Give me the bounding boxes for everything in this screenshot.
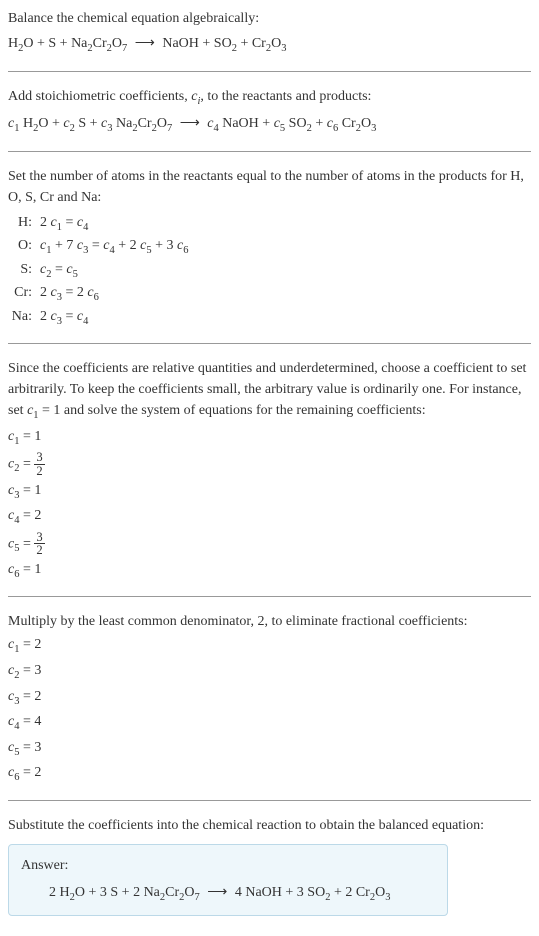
step3-section: Since the coefficients are relative quan… xyxy=(8,358,531,582)
step4-text: Multiply by the least common denominator… xyxy=(8,611,531,632)
coefficient-line: c3 = 1 xyxy=(8,480,531,504)
atom-equation: c2 = c5 xyxy=(40,259,531,283)
step3-text: Since the coefficients are relative quan… xyxy=(8,358,531,424)
atom-label: O: xyxy=(8,235,40,259)
coefficient-line: c2 = 3 xyxy=(8,660,531,684)
divider xyxy=(8,596,531,597)
answer-label: Answer: xyxy=(21,855,435,876)
coefficient-line: c5 = 3 xyxy=(8,737,531,761)
intro-equation: H2O + S + Na2Cr2O7 ⟶ NaOH + SO2 + Cr2O3 xyxy=(8,33,531,57)
step2-section: Set the number of atoms in the reactants… xyxy=(8,166,531,330)
step5-text: Substitute the coefficients into the che… xyxy=(8,815,531,836)
coefficient-line: c3 = 2 xyxy=(8,686,531,710)
atom-row: Na: 2 c3 = c4 xyxy=(8,306,531,330)
atom-row: Cr: 2 c3 = 2 c6 xyxy=(8,282,531,306)
answer-box: Answer: 2 H2O + 3 S + 2 Na2Cr2O7 ⟶ 4 NaO… xyxy=(8,844,448,917)
coefficient-line: c2 = 32 xyxy=(8,451,531,477)
coefficient-line: c6 = 1 xyxy=(8,559,531,583)
step5-section: Substitute the coefficients into the che… xyxy=(8,815,531,917)
divider xyxy=(8,151,531,152)
atom-label: Na: xyxy=(8,306,40,330)
coefficient-line: c5 = 32 xyxy=(8,531,531,557)
coefficient-line: c1 = 1 xyxy=(8,426,531,450)
atom-balance-table: H: 2 c1 = c4 O: c1 + 7 c3 = c4 + 2 c5 + … xyxy=(8,212,531,330)
step4-section: Multiply by the least common denominator… xyxy=(8,611,531,785)
step2-text: Set the number of atoms in the reactants… xyxy=(8,166,531,208)
atom-equation: c1 + 7 c3 = c4 + 2 c5 + 3 c6 xyxy=(40,235,531,259)
coefficient-line: c4 = 4 xyxy=(8,711,531,735)
answer-equation: 2 H2O + 3 S + 2 Na2Cr2O7 ⟶ 4 NaOH + 3 SO… xyxy=(21,882,435,906)
coefficient-line: c4 = 2 xyxy=(8,505,531,529)
atom-equation: 2 c1 = c4 xyxy=(40,212,531,236)
divider xyxy=(8,343,531,344)
step1-section: Add stoichiometric coefficients, ci, to … xyxy=(8,86,531,137)
atom-label: Cr: xyxy=(8,282,40,306)
atom-equation: 2 c3 = 2 c6 xyxy=(40,282,531,306)
coefficient-line: c6 = 2 xyxy=(8,762,531,786)
atom-row: O: c1 + 7 c3 = c4 + 2 c5 + 3 c6 xyxy=(8,235,531,259)
atom-equation: 2 c3 = c4 xyxy=(40,306,531,330)
intro-text: Balance the chemical equation algebraica… xyxy=(8,8,531,29)
divider xyxy=(8,71,531,72)
step1-equation: c1 H2O + c2 S + c3 Na2Cr2O7 ⟶ c4 NaOH + … xyxy=(8,113,531,137)
divider xyxy=(8,800,531,801)
coefficient-line: c1 = 2 xyxy=(8,634,531,658)
atom-label: S: xyxy=(8,259,40,283)
intro-section: Balance the chemical equation algebraica… xyxy=(8,8,531,57)
atom-row: H: 2 c1 = c4 xyxy=(8,212,531,236)
atom-label: H: xyxy=(8,212,40,236)
atom-row: S: c2 = c5 xyxy=(8,259,531,283)
step1-text: Add stoichiometric coefficients, ci, to … xyxy=(8,86,531,110)
